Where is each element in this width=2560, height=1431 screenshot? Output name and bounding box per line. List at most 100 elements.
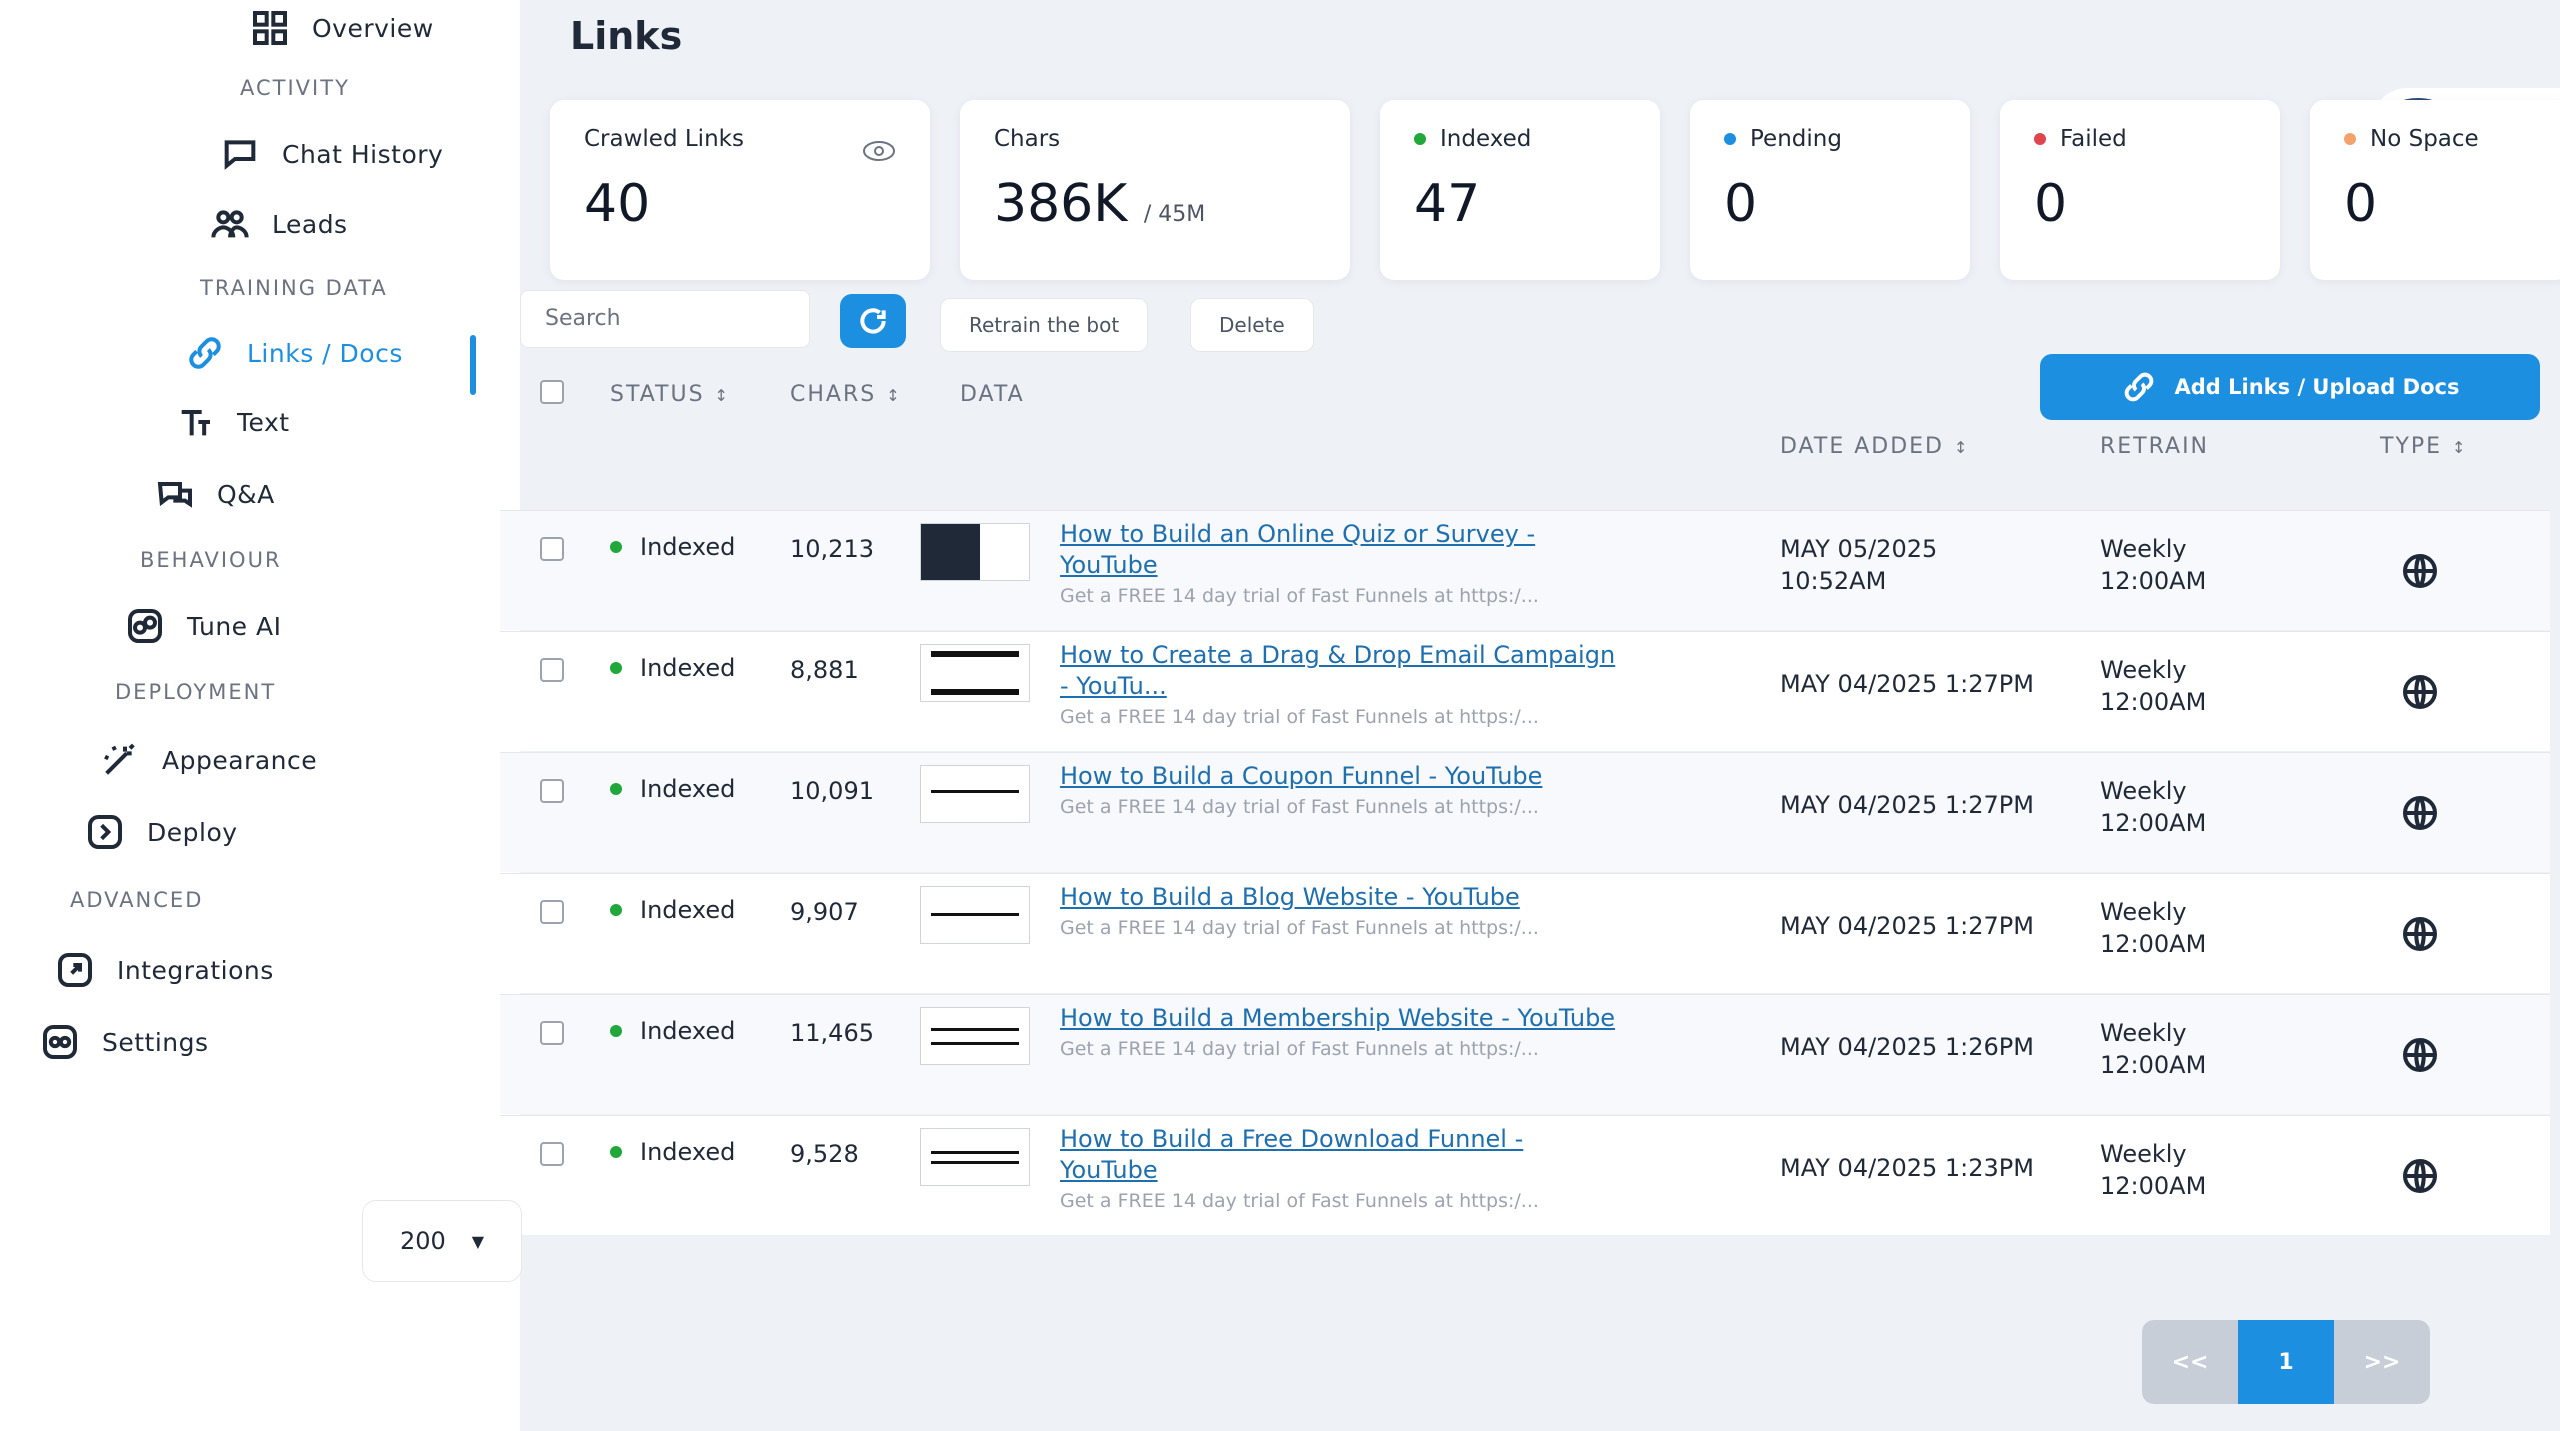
globe-icon [2403, 1038, 2437, 1072]
search-input[interactable]: Search [520, 290, 810, 348]
sidebar-item-label: Chat History [282, 139, 444, 169]
retrain-time: 12:00AM [2100, 930, 2207, 958]
header-chars[interactable]: CHARS ↕ [790, 382, 902, 407]
status-dot [610, 662, 622, 674]
video-description: Get a FREE 14 day trial of Fast Funnels … [1060, 1038, 1539, 1060]
video-link[interactable]: How to Build a Free Download Funnel - Yo… [1060, 1124, 1620, 1186]
table-body: Indexed 10,213 How to Build an Online Qu… [500, 510, 2550, 1235]
sidebar-item-label: Settings [102, 1027, 209, 1057]
video-thumbnail[interactable] [920, 644, 1030, 702]
users-icon [211, 210, 249, 238]
table-row[interactable]: Indexed 10,091 How to Build a Coupon Fun… [500, 752, 2550, 872]
sidebar-item-text[interactable]: Text [175, 402, 290, 442]
stat-indexed: Indexed 47 [1380, 100, 1660, 280]
sidebar-item-overview[interactable]: Overview [250, 8, 434, 48]
delete-button[interactable]: Delete [1190, 298, 1314, 352]
video-thumbnail[interactable] [920, 886, 1030, 944]
refresh-button[interactable] [840, 294, 906, 348]
sidebar-item-qa[interactable]: Q&A [155, 474, 275, 514]
eye-icon[interactable] [862, 140, 896, 162]
sort-icon[interactable]: ↕ [715, 386, 730, 405]
sidebar-item-label: Text [237, 407, 290, 437]
prev-page-button[interactable]: << [2142, 1320, 2238, 1404]
retrain-text: Weekly [2100, 656, 2187, 684]
sidebar-item-label: Appearance [162, 745, 318, 775]
video-thumbnail[interactable] [920, 523, 1030, 581]
per-page-select[interactable]: 200 ▼ [362, 1200, 522, 1282]
row-checkbox[interactable] [540, 779, 564, 803]
tune-icon [128, 609, 162, 643]
date-cell: MAY 04/2025 1:27PM [1780, 912, 2034, 940]
video-link[interactable]: How to Build a Membership Website - YouT… [1060, 1003, 1620, 1034]
stat-value: 0 [1724, 174, 1758, 234]
status-dot [2034, 133, 2046, 145]
status-dot [610, 541, 622, 553]
video-description: Get a FREE 14 day trial of Fast Funnels … [1060, 917, 1539, 939]
table-row[interactable]: Indexed 10,213 How to Build an Online Qu… [500, 510, 2550, 630]
video-thumbnail[interactable] [920, 1007, 1030, 1065]
retrain-text: Weekly [2100, 777, 2187, 805]
sidebar-item-label: Leads [272, 209, 348, 239]
date-text: MAY 05/2025 [1780, 535, 1938, 563]
links-table: STATUS ↕ CHARS ↕ DATA DATE ADDED ↕ RETRAIN … [500, 360, 2550, 1236]
integrations-icon [58, 953, 92, 987]
sidebar-item-leads[interactable]: Leads [210, 204, 348, 244]
sidebar-item-chat-history[interactable]: Chat History [220, 134, 443, 174]
sort-icon[interactable]: ↕ [1954, 438, 1969, 457]
retrain-text: Weekly [2100, 1019, 2187, 1047]
table-row[interactable]: Indexed 9,528 How to Build a Free Downlo… [500, 1115, 2550, 1235]
header-label: DATE ADDED [1780, 434, 1944, 459]
header-date-added[interactable]: DATE ADDED ↕ [1780, 434, 1969, 459]
date-cell: MAY 04/2025 1:23PM [1780, 1154, 2034, 1182]
qa-icon [157, 482, 192, 508]
video-link[interactable]: How to Create a Drag & Drop Email Campai… [1060, 640, 1620, 702]
section-advanced: ADVANCED [70, 888, 204, 912]
sidebar-item-links-docs[interactable]: Links / Docs [185, 333, 403, 373]
sidebar-item-settings[interactable]: Settings [40, 1022, 209, 1062]
video-thumbnail[interactable] [920, 1128, 1030, 1186]
table-row[interactable]: Indexed 11,465 How to Build a Membership… [500, 994, 2550, 1114]
retrain-cell: Weekly 12:00AM [2100, 1017, 2206, 1081]
thumbnail-bar [931, 1042, 1019, 1045]
thumbnail-bar [931, 689, 1019, 695]
sidebar-item-tune-ai[interactable]: Tune AI [125, 606, 281, 646]
video-link[interactable]: How to Build a Coupon Funnel - YouTube [1060, 761, 1620, 792]
retrain-button[interactable]: Retrain the bot [940, 298, 1149, 352]
sort-icon[interactable]: ↕ [2452, 438, 2467, 457]
data-cell: How to Build a Free Download Funnel - Yo… [1060, 1124, 1620, 1212]
header-type[interactable]: TYPE ↕ [2380, 434, 2467, 459]
status-dot [1724, 133, 1736, 145]
table-row[interactable]: Indexed 9,907 How to Build a Blog Websit… [500, 873, 2550, 993]
retrain-text: Weekly [2100, 535, 2187, 563]
date-cell: MAY 04/2025 1:27PM [1780, 670, 2034, 698]
globe-icon [2403, 675, 2437, 709]
stat-value: 40 [584, 174, 651, 234]
row-checkbox[interactable] [540, 1142, 564, 1166]
table-row[interactable]: Indexed 8,881 How to Create a Drag & Dro… [500, 631, 2550, 751]
stat-value: 0 [2034, 174, 2068, 234]
page-1-button[interactable]: 1 [2238, 1320, 2334, 1404]
sidebar-item-integrations[interactable]: Integrations [55, 950, 274, 990]
active-indicator [470, 335, 476, 395]
section-activity: ACTIVITY [240, 76, 350, 100]
chars-limit: / 45M [1143, 202, 1206, 227]
header-data: DATA [960, 382, 1025, 407]
header-status[interactable]: STATUS ↕ [610, 382, 730, 407]
video-description: Get a FREE 14 day trial of Fast Funnels … [1060, 585, 1539, 607]
sidebar-item-appearance[interactable]: Appearance [100, 740, 317, 780]
video-link[interactable]: How to Build a Blog Website - YouTube [1060, 882, 1620, 913]
row-checkbox[interactable] [540, 900, 564, 924]
stats-row: Crawled Links 40 Chars 386K / 45M Indexe… [530, 100, 2560, 300]
sort-icon[interactable]: ↕ [886, 386, 901, 405]
row-checkbox[interactable] [540, 537, 564, 561]
thumbnail-image [921, 524, 981, 580]
select-all-checkbox[interactable] [540, 380, 564, 404]
sidebar-item-deploy[interactable]: Deploy [85, 812, 238, 852]
row-checkbox[interactable] [540, 1021, 564, 1045]
retrain-time: 12:00AM [2100, 688, 2207, 716]
row-checkbox[interactable] [540, 658, 564, 682]
video-thumbnail[interactable] [920, 765, 1030, 823]
video-link[interactable]: How to Build an Online Quiz or Survey - … [1060, 519, 1620, 581]
stat-value: 0 [2344, 174, 2378, 234]
next-page-button[interactable]: >> [2334, 1320, 2430, 1404]
